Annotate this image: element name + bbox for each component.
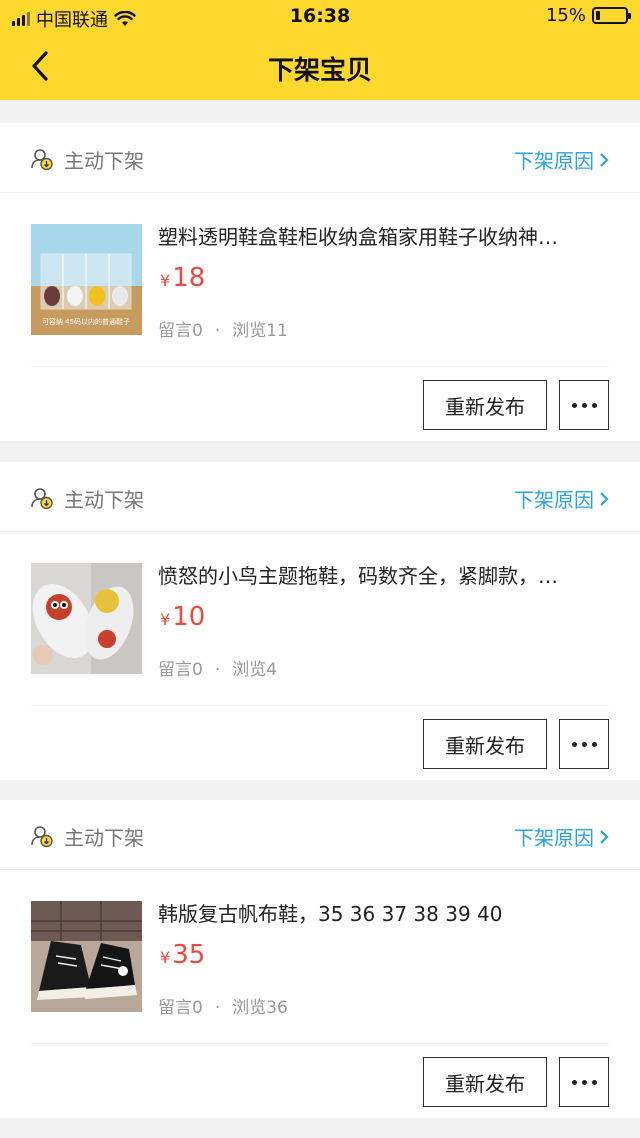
item-stats: 留言0 · 浏览4 [158,655,277,680]
page-title: 下架宝贝 [267,56,372,86]
item-card: 主动下架 下架原因 可容纳 45码以内的普通鞋子 塑料透明鞋盒鞋柜收纳盒箱家用鞋… [0,123,640,441]
view-count: 浏览4 [232,660,278,680]
comment-count: 留言0 [158,998,203,1018]
product-image[interactable] [31,563,142,674]
more-button[interactable] [559,1057,609,1107]
item-price: ¥ 35 [160,940,205,970]
product-image[interactable] [31,901,142,1012]
delist-reason-label: 下架原因 [514,149,594,173]
republish-button[interactable]: 重新发布 [423,380,547,430]
more-button[interactable] [559,719,609,769]
republish-button[interactable]: 重新发布 [423,1057,547,1107]
user-delist-icon [31,488,53,510]
stats-separator: · [214,998,221,1018]
item-title[interactable]: 塑料透明鞋盒鞋柜收纳盒箱家用鞋子收纳神… [158,221,608,250]
card-header: 主动下架 下架原因 [0,123,640,193]
item-card: 主动下架 下架原因 愤怒的小鸟主题拖鞋，码数齐全，紧脚款，… ¥ 10 留言0 ·… [0,462,640,780]
view-count: 浏览36 [232,998,288,1018]
delist-reason-link[interactable]: 下架原因 [514,822,610,851]
currency-symbol: ¥ [160,948,171,967]
comment-count: 留言0 [158,321,203,341]
image-caption: 可容纳 45码以内的普通鞋子 [42,317,130,326]
item-card: 主动下架 下架原因 韩版复古帆布鞋，35 36 37 38 39 40 ¥ 35… [0,800,640,1118]
delist-reason-link[interactable]: 下架原因 [514,145,610,174]
item-stats: 留言0 · 浏览11 [158,316,288,341]
more-dots-icon [571,402,597,408]
currency-symbol: ¥ [160,271,171,290]
item-title[interactable]: 韩版复古帆布鞋，35 36 37 38 39 40 [158,898,608,927]
card-header: 主动下架 下架原因 [0,800,640,870]
chevron-right-icon [600,491,609,506]
view-count: 浏览11 [232,321,288,341]
delist-reason-label: 下架原因 [514,488,594,512]
price-value: 10 [172,602,206,632]
more-dots-icon [571,741,597,747]
divider [31,366,609,367]
stats-separator: · [214,321,221,341]
status-label: 主动下架 [64,826,144,850]
chevron-right-icon [600,829,609,844]
item-title[interactable]: 愤怒的小鸟主题拖鞋，码数齐全，紧脚款，… [158,560,608,589]
battery-percent: 15% [545,5,586,26]
delist-reason-link[interactable]: 下架原因 [514,484,610,513]
divider [31,705,609,706]
republish-button[interactable]: 重新发布 [423,719,547,769]
delist-reason-label: 下架原因 [514,826,594,850]
card-header: 主动下架 下架原因 [0,462,640,532]
divider [31,1043,609,1044]
chevron-right-icon [600,152,609,167]
comment-count: 留言0 [158,660,203,680]
status-bar: 中国联通 16:38 15% [0,0,640,32]
more-button[interactable] [559,380,609,430]
battery-icon [592,7,631,24]
item-stats: 留言0 · 浏览36 [158,993,288,1018]
item-price: ¥ 10 [160,602,205,632]
stats-separator: · [214,660,221,680]
currency-symbol: ¥ [160,610,171,629]
status-label: 主动下架 [64,149,144,173]
nav-bar: 下架宝贝 [0,32,640,100]
product-image[interactable]: 可容纳 45码以内的普通鞋子 [31,224,142,335]
price-value: 35 [172,940,206,970]
price-value: 18 [172,263,206,293]
user-delist-icon [31,149,53,171]
status-right: 15% [545,5,631,26]
status-label: 主动下架 [64,488,144,512]
item-price: ¥ 18 [160,263,205,293]
top-header: 中国联通 16:38 15% 下架宝贝 [0,0,640,100]
user-delist-icon [31,826,53,848]
more-dots-icon [571,1079,597,1085]
clock: 16:38 [289,5,351,27]
